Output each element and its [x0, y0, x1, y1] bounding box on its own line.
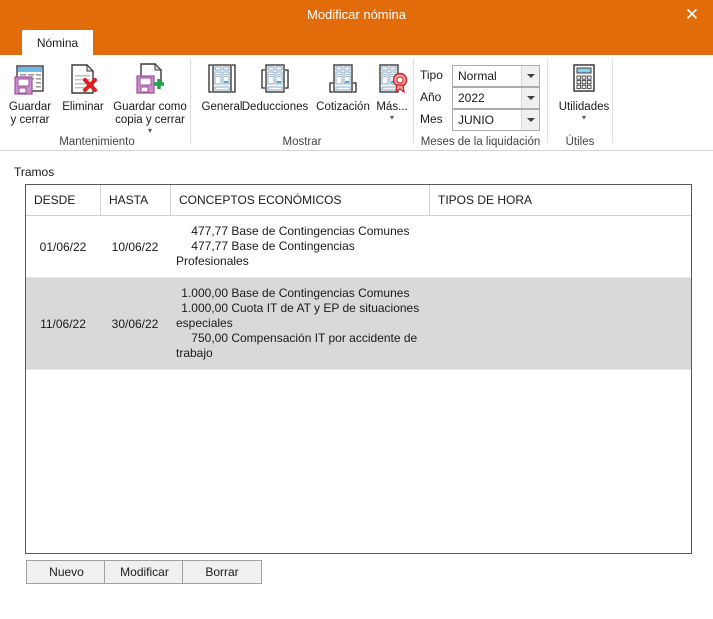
guardar-y-cerrar-button[interactable]: Guardar y cerrar: [4, 57, 56, 127]
table-row[interactable]: 01/06/22 10/06/22 477,77 Base de Contingen…: [26, 216, 691, 278]
save-copy-icon: [110, 59, 190, 99]
mes-value: JUNIO: [458, 113, 494, 127]
guardar-como-copia-y-cerrar-label: Guardar como copia y cerrar: [113, 101, 187, 126]
mas-label: Más...: [376, 101, 408, 113]
chevron-down-icon[interactable]: [521, 88, 539, 108]
concepto-amount: 1.000,00: [181, 286, 228, 300]
group-label-meses-liquidacion: Meses de la liquidación: [420, 136, 541, 148]
utilidades-label: Utilidades: [558, 101, 610, 113]
close-icon[interactable]: ✕: [671, 0, 713, 30]
eliminar-button[interactable]: Eliminar: [58, 57, 108, 114]
ano-select[interactable]: 2022: [452, 87, 540, 109]
cotizacion-label: Cotización: [316, 101, 370, 113]
cell-conceptos-economicos: 1.000,00 Base de Contingencias Comunes 1.…: [176, 286, 426, 361]
concepto-line: 1.000,00 Base de Contingencias Comunes: [176, 286, 426, 301]
concepto-line: 750,00 Compensación IT por accidente de …: [176, 331, 426, 361]
column-header-hasta[interactable]: HASTA: [101, 185, 170, 215]
cell-desde: 11/06/22: [40, 316, 86, 331]
modificar-button[interactable]: Modificar: [104, 560, 185, 584]
nuevo-button[interactable]: Nuevo: [26, 560, 107, 584]
field-tipo-label: Tipo: [420, 68, 443, 82]
tipo-value: Normal: [458, 69, 497, 83]
deducciones-label: Deducciones: [241, 101, 309, 113]
column-header-conceptos-economicos[interactable]: CONCEPTOS ECONÓMICOS: [171, 185, 429, 215]
window-title: Modificar nómina: [307, 7, 406, 22]
column-header-desde[interactable]: DESDE: [26, 185, 100, 215]
concepto-line: 1.000,00 Cuota IT de AT y EP de situacio…: [176, 301, 426, 331]
concepto-amount: 477,77: [191, 224, 228, 238]
chevron-down-icon[interactable]: [521, 110, 539, 130]
concepto-text: Base de Contingencias Comunes: [228, 286, 410, 300]
chevron-down-icon[interactable]: ▾: [110, 127, 190, 135]
title-bar: Modificar nómina ✕: [0, 0, 713, 30]
deducciones-button[interactable]: Deducciones: [236, 57, 314, 114]
ribbon-separator-1: [190, 59, 191, 143]
chevron-down-icon[interactable]: ▾: [372, 114, 412, 122]
guardar-y-cerrar-label: Guardar y cerrar: [8, 101, 52, 126]
document-cotizacion-icon: [312, 59, 374, 99]
group-label-mantenimiento: Mantenimiento: [59, 136, 135, 148]
utilidades-button[interactable]: Utilidades ▾: [552, 57, 616, 122]
concepto-amount: 750,00: [191, 331, 228, 345]
group-label-utiles: Útiles: [565, 136, 595, 148]
save-table-icon: [4, 59, 56, 99]
table-header-row: DESDE HASTA CONCEPTOS ECONÓMICOS TIPOS D…: [26, 185, 691, 216]
ribbon: Guardar y cerrar Eliminar Guardar como c…: [0, 55, 713, 151]
concepto-amount: 477,77: [191, 239, 228, 253]
table-row[interactable]: 11/06/22 30/06/22 1.000,00 Base de Conting…: [26, 278, 691, 370]
concepto-amount: 1.000,00: [181, 301, 228, 315]
document-deducciones-icon: [236, 59, 314, 99]
concepto-line: 477,77 Base de Contingencias Comunes: [176, 224, 426, 239]
group-label-mostrar: Mostrar: [282, 136, 322, 148]
cell-hasta: 10/06/22: [111, 239, 159, 254]
main-content: Tramos DESDE HASTA CONCEPTOS ECONÓMICOS …: [0, 151, 713, 619]
delete-document-icon: [58, 59, 108, 99]
chevron-down-icon[interactable]: ▾: [552, 114, 616, 122]
cell-conceptos-economicos: 477,77 Base de Contingencias Comunes 477,…: [176, 224, 426, 269]
cell-hasta: 30/06/22: [111, 316, 159, 331]
tab-nomina[interactable]: Nómina: [22, 30, 93, 55]
calculator-icon: [552, 59, 616, 99]
ribbon-separator-4: [612, 59, 613, 143]
table-body: 01/06/22 10/06/22 477,77 Base de Contingen…: [26, 216, 691, 370]
ribbon-tab-strip: Nómina: [0, 30, 713, 55]
cotizacion-button[interactable]: Cotización: [312, 57, 374, 114]
document-seal-icon: [372, 59, 412, 99]
section-label-tramos: Tramos: [14, 165, 55, 179]
concepto-text: Base de Contingencias Comunes: [228, 224, 410, 238]
column-header-tipos-de-hora[interactable]: TIPOS DE HORA: [430, 185, 689, 215]
eliminar-label: Eliminar: [62, 101, 104, 113]
mes-select[interactable]: JUNIO: [452, 109, 540, 131]
borrar-button[interactable]: Borrar: [182, 560, 262, 584]
chevron-down-icon[interactable]: [521, 66, 539, 86]
ribbon-separator-2: [413, 59, 414, 143]
guardar-como-copia-y-cerrar-button[interactable]: Guardar como copia y cerrar ▾: [110, 57, 190, 135]
concepto-line: 477,77 Base de Contingencias Profesional…: [176, 239, 426, 269]
field-ano-label: Año: [420, 90, 442, 104]
field-mes-label: Mes: [420, 112, 443, 126]
tramos-table: DESDE HASTA CONCEPTOS ECONÓMICOS TIPOS D…: [25, 184, 692, 554]
ribbon-separator-3: [547, 59, 548, 143]
mas-button[interactable]: Más... ▾: [372, 57, 412, 122]
cell-desde: 01/06/22: [39, 239, 87, 254]
tipo-select[interactable]: Normal: [452, 65, 540, 87]
ano-value: 2022: [458, 91, 485, 105]
